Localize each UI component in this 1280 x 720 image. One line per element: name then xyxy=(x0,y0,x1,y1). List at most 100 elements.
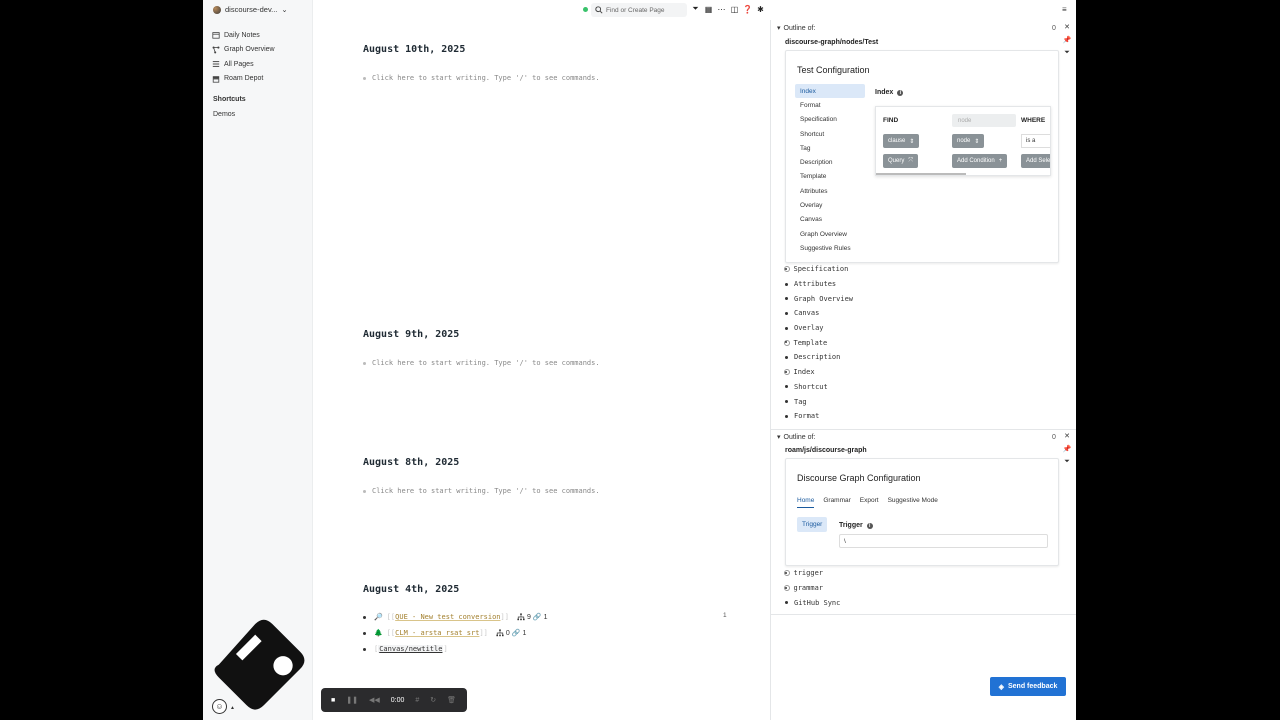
close-icon[interactable]: ✕ xyxy=(1062,22,1072,35)
sidebar-item-daily-notes[interactable]: Daily Notes xyxy=(212,28,275,43)
block[interactable]: 🌲 [[CLM - arsta rsat srt]] 0 🔗 1 xyxy=(363,629,526,637)
filter-icon[interactable]: ⏷ xyxy=(691,4,700,14)
block-bullet[interactable] xyxy=(785,311,788,315)
clause-select[interactable]: clause ⇕ xyxy=(883,134,920,148)
node-count-badge[interactable]: 9 🔗 1 xyxy=(517,613,547,621)
calendar-icon[interactable]: ▦ xyxy=(704,4,713,14)
empty-block-placeholder[interactable]: Click here to start writing. Type '/' to… xyxy=(363,487,600,495)
sidebar-item-all-pages[interactable]: All Pages xyxy=(212,57,275,72)
collapsed-bullet[interactable] xyxy=(783,585,790,592)
list-item[interactable]: Description xyxy=(785,350,853,365)
tab-suggestive-rules[interactable]: Suggestive Rules xyxy=(795,241,865,255)
filter-icon[interactable]: ⏷ xyxy=(1062,47,1072,60)
page-reference[interactable]: Canvas/newtitle xyxy=(378,645,444,653)
sidebar-item-roam-depot[interactable]: Roam Depot xyxy=(212,72,275,87)
chevron-down-icon[interactable]: ▲ xyxy=(230,705,235,711)
tab-export[interactable]: Export xyxy=(860,497,879,508)
relation-select[interactable]: is a xyxy=(1021,134,1050,148)
sidebar-item-graph-overview[interactable]: Graph Overview xyxy=(212,43,275,58)
list-item[interactable]: Overlay xyxy=(785,321,853,336)
node-count-badge[interactable]: 0 🔗 1 xyxy=(496,629,526,637)
node-select[interactable]: node ⇕ xyxy=(952,134,985,148)
list-item[interactable]: trigger xyxy=(783,566,840,581)
trash-icon[interactable]: 🗑 xyxy=(447,696,456,704)
empty-block-placeholder[interactable]: Click here to start writing. Type '/' to… xyxy=(363,74,600,82)
outline-page-title[interactable]: discourse-graph/nodes/Test xyxy=(785,39,878,46)
list-item[interactable]: Shortcut xyxy=(785,380,853,395)
block-bullet[interactable] xyxy=(785,282,788,286)
tab-template[interactable]: Template xyxy=(795,170,865,184)
block[interactable]: 🔎 [[QUE - New test conversion]] 9 🔗 1 xyxy=(363,613,547,621)
horizontal-scrollbar[interactable] xyxy=(876,173,966,175)
pause-icon[interactable]: ❚❚ xyxy=(346,696,358,704)
tab-shortcut[interactable]: Shortcut xyxy=(795,127,865,141)
outline-header[interactable]: ▾ Outline of: xyxy=(777,24,815,33)
outline-header[interactable]: ▾ Outline of: xyxy=(777,433,815,442)
help-icon[interactable]: ❓ xyxy=(743,4,753,14)
graph-switcher[interactable]: discourse-dev... ⌄ xyxy=(213,5,288,14)
outline-page-title[interactable]: roam/js/discourse-graph xyxy=(785,447,867,454)
list-item[interactable]: Attributes xyxy=(785,277,853,292)
block-bullet[interactable] xyxy=(785,400,788,404)
add-selection-button[interactable]: Add Sele xyxy=(1021,154,1050,168)
block-bullet[interactable] xyxy=(785,297,788,301)
tab-grammar[interactable]: Grammar xyxy=(823,497,850,508)
add-condition-button[interactable]: Add Condition + xyxy=(952,154,1008,168)
tab-home[interactable]: Home xyxy=(797,497,815,508)
tab-tag[interactable]: Tag xyxy=(795,141,865,155)
list-item[interactable]: Graph Overview xyxy=(785,291,853,306)
tab-suggestive-mode[interactable]: Suggestive Mode xyxy=(888,497,938,508)
list-item[interactable]: Format xyxy=(785,409,853,424)
tab-index[interactable]: Index xyxy=(795,84,865,99)
query-button[interactable]: Query ⤧ xyxy=(883,154,919,168)
block-bullet[interactable] xyxy=(785,601,788,605)
rewind-icon[interactable]: ◀◀ xyxy=(369,696,380,704)
collapsed-bullet[interactable] xyxy=(783,570,790,577)
block-bullet[interactable] xyxy=(363,615,366,619)
tab-canvas[interactable]: Canvas xyxy=(795,213,865,227)
page-title[interactable]: August 10th, 2025 xyxy=(363,44,465,55)
block[interactable]: [Canvas/newtitle] xyxy=(363,645,448,653)
shortcut-item-demos[interactable]: Demos xyxy=(213,111,235,118)
list-item[interactable]: Index xyxy=(783,365,853,380)
block-bullet[interactable] xyxy=(785,326,788,330)
restart-icon[interactable]: ↻ xyxy=(430,696,436,704)
block-bullet[interactable] xyxy=(363,631,366,635)
user-avatar-icon[interactable]: ☺ xyxy=(212,699,227,714)
settings-icon[interactable]: ✱ xyxy=(756,4,765,14)
trigger-tab[interactable]: Trigger xyxy=(797,517,828,532)
block-bullet[interactable] xyxy=(785,355,788,359)
stop-icon[interactable]: ■ xyxy=(331,697,335,704)
search-input[interactable]: Find or Create Page xyxy=(591,3,687,17)
page-title[interactable]: August 8th, 2025 xyxy=(363,457,459,468)
more-icon[interactable]: ⋯ xyxy=(717,4,726,14)
tab-specification[interactable]: Specification xyxy=(795,113,865,127)
block-bullet[interactable] xyxy=(785,385,788,389)
page-reference[interactable]: QUE - New test conversion xyxy=(395,613,500,621)
empty-block-placeholder[interactable]: Click here to start writing. Type '/' to… xyxy=(363,359,600,367)
filter-icon[interactable]: ⏷ xyxy=(1062,456,1072,469)
grid-icon[interactable]: # xyxy=(415,697,419,704)
collapsed-bullet[interactable] xyxy=(783,369,790,376)
list-item[interactable]: GitHub Sync xyxy=(785,595,840,610)
list-item[interactable]: Tag xyxy=(785,394,853,409)
page-title[interactable]: August 9th, 2025 xyxy=(363,329,459,340)
collapsed-bullet[interactable] xyxy=(783,266,790,273)
close-icon[interactable]: ✕ xyxy=(1062,431,1072,444)
block-bullet[interactable] xyxy=(363,647,366,651)
info-icon[interactable]: i xyxy=(897,89,904,96)
send-feedback-button[interactable]: ◈ Send feedback xyxy=(990,677,1066,696)
list-item[interactable]: Specification xyxy=(783,262,853,277)
sidebar-toggle-icon[interactable]: ◫ xyxy=(730,4,739,14)
tab-overlay[interactable]: Overlay xyxy=(795,198,865,212)
right-sidebar-menu-icon[interactable]: ≡ xyxy=(1062,5,1067,14)
pin-icon[interactable]: 📌 xyxy=(1062,444,1072,457)
page-title[interactable]: August 4th, 2025 xyxy=(363,584,459,595)
tab-graph-overview[interactable]: Graph Overview xyxy=(795,227,865,241)
collapsed-bullet[interactable] xyxy=(783,339,790,346)
list-item[interactable]: grammar xyxy=(783,581,840,596)
page-reference[interactable]: CLM - arsta rsat srt xyxy=(395,629,479,637)
block-bullet[interactable] xyxy=(785,414,788,418)
tab-format[interactable]: Format xyxy=(795,98,865,112)
block-reference-count[interactable]: 1 xyxy=(723,612,727,619)
